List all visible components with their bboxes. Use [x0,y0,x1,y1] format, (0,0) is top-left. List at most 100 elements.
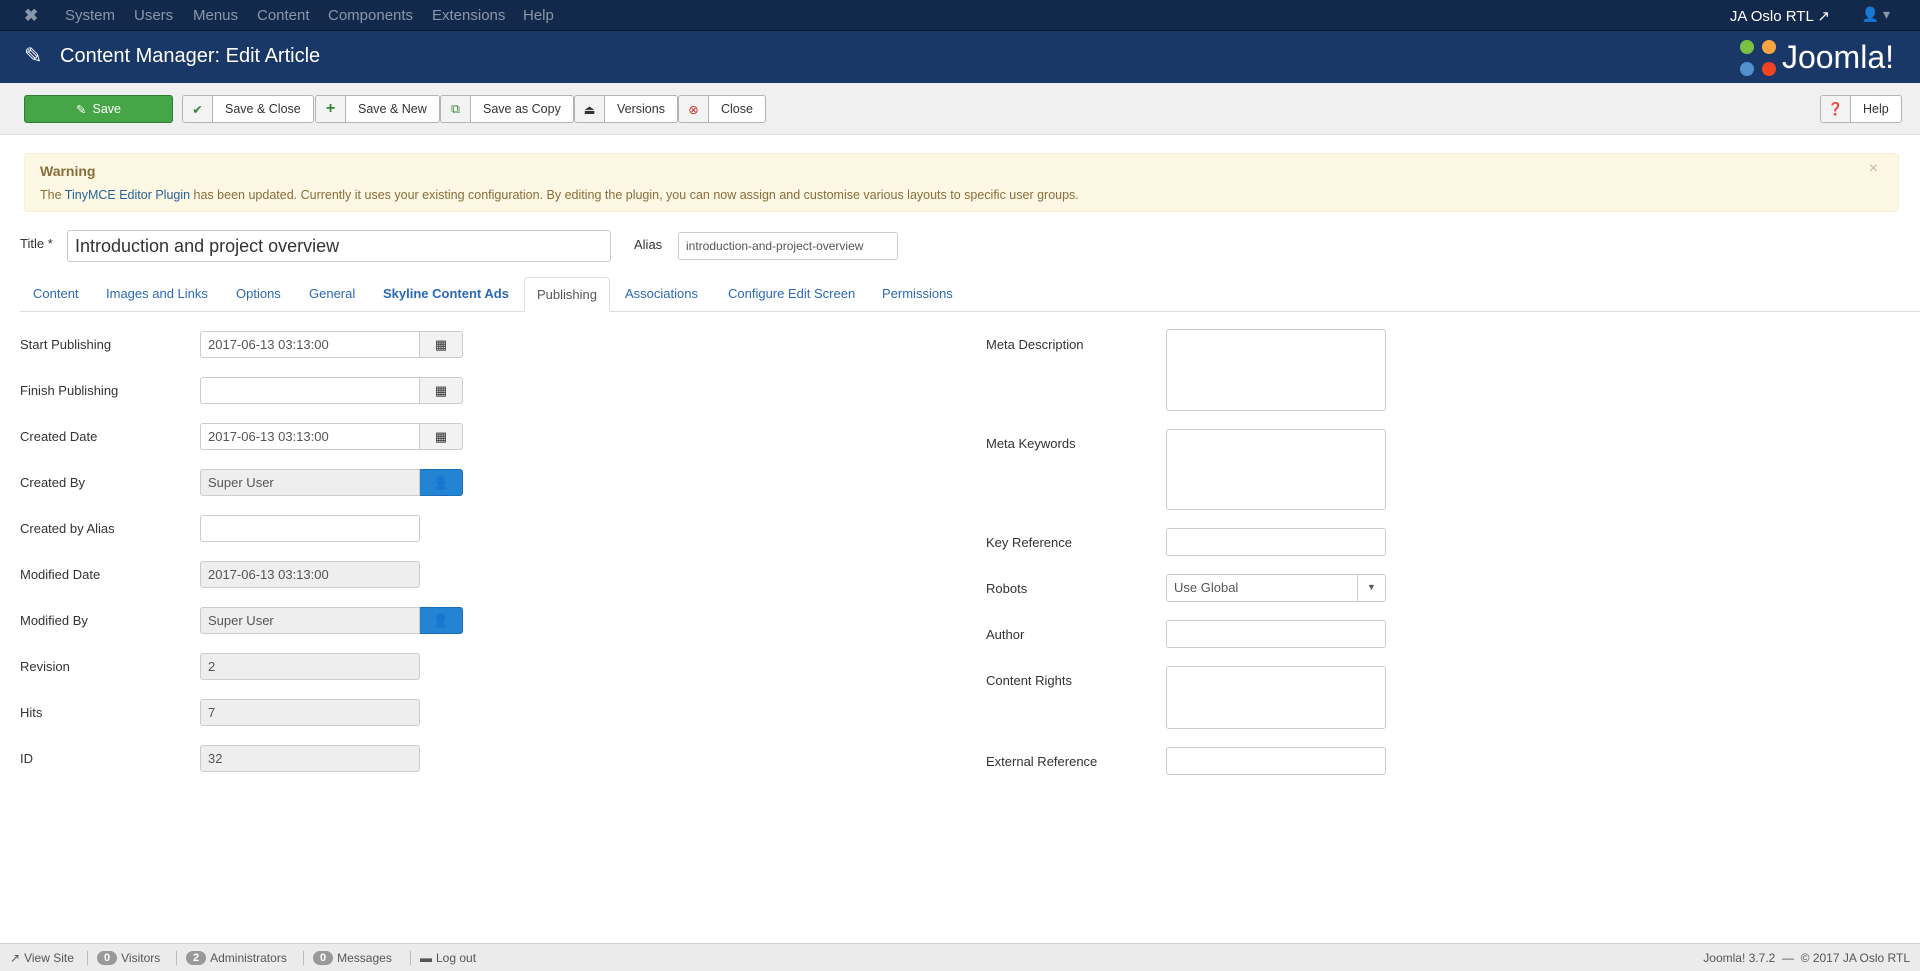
top-nav: ✖ System Users Menus Content Components … [0,0,1920,31]
external-link-icon: ↗ [1817,8,1830,25]
menu-help[interactable]: Help [523,7,554,24]
site-link[interactable]: JA Oslo RTL ↗ [1730,7,1830,25]
save-new-button[interactable]: + Save & New [315,95,440,123]
help-button[interactable]: ❓ Help [1820,95,1902,123]
pencil-icon: ✎ [24,43,43,68]
calendar-icon[interactable]: ▦ [420,377,463,404]
author-label: Author [986,627,1025,642]
help-label: Help [1863,102,1889,116]
close-button[interactable]: ⊗ Close [678,95,766,123]
page-header: ✎ Content Manager: Edit Article Joomla! [0,31,1920,83]
warning-text-start: The [40,188,65,202]
menu-system[interactable]: System [65,7,115,24]
administrators-status: 2 Administrators [186,951,287,965]
view-site-label: View Site [24,951,74,965]
external-reference-label: External Reference [986,754,1098,769]
check-icon: ✔ [183,96,213,122]
robots-selected-value: Use Global [1174,580,1239,595]
title-input[interactable] [67,230,611,262]
joomla-menu-icon[interactable]: ✖ [24,6,38,26]
status-bar: ↗ View Site 0 Visitors 2 Administrators 0 Me… [0,943,1920,971]
external-link-icon: ↗ [10,951,21,965]
author-input[interactable] [1166,620,1386,648]
calendar-icon[interactable]: ▦ [420,423,463,450]
save-copy-button[interactable]: ⧉ Save as Copy [440,95,574,123]
administrators-badge: 2 [186,951,207,965]
visitors-badge: 0 [97,951,118,965]
save-copy-label: Save as Copy [483,102,561,116]
visitors-label: Visitors [121,951,161,965]
toolbar: ✎ Save ✔ Save & Close + Save & New ⧉ Save as… [0,83,1920,135]
created-by-alias-input[interactable] [200,515,420,542]
tab-permissions[interactable]: Permissions [882,286,953,301]
modified-date-input: 2017-06-13 03:13:00 [200,561,420,588]
menu-components[interactable]: Components [328,7,413,24]
site-link-label: JA Oslo RTL [1729,8,1814,25]
finish-publishing-input[interactable] [200,377,420,404]
content-rights-textarea[interactable] [1166,666,1386,729]
tab-associations[interactable]: Associations [625,286,698,301]
modified-date-label: Modified Date [20,567,101,582]
cancel-circle-icon: ⊗ [679,96,709,122]
external-reference-input[interactable] [1166,747,1386,775]
start-publishing-input[interactable]: 2017-06-13 03:13:00 [200,331,420,358]
view-site-link[interactable]: ↗ View Site [10,951,74,965]
messages-label: Messages [337,951,392,965]
user-menu-icon[interactable]: 👤 ▾ [1862,6,1890,23]
visitors-status: 0 Visitors [97,951,160,965]
save-label: Save [92,102,121,116]
tinymce-plugin-link[interactable]: TinyMCE Editor Plugin [65,188,190,202]
select-user-icon[interactable]: 👤 [420,469,463,496]
finish-publishing-label: Finish Publishing [20,383,119,398]
meta-description-textarea[interactable] [1166,329,1386,411]
alias-input[interactable] [678,232,898,260]
revision-input: 2 [200,653,420,680]
tab-options[interactable]: Options [236,286,281,301]
meta-keywords-label: Meta Keywords [986,436,1076,451]
administrators-label: Administrators [210,951,287,965]
select-user-icon[interactable]: 👤 [420,607,463,634]
logout-link[interactable]: ▬ Log out [420,951,476,965]
archive-icon: ⏏ [575,96,605,122]
start-publishing-label: Start Publishing [20,337,112,352]
created-date-input[interactable]: 2017-06-13 03:13:00 [200,423,420,450]
page-title: Content Manager: Edit Article [60,45,321,67]
title-label: Title * [20,236,53,251]
joomla-logo: Joomla! [1739,39,1894,76]
save-button[interactable]: ✎ Save [24,95,173,123]
save-close-button[interactable]: ✔ Save & Close [182,95,314,123]
tab-skyline-content-ads[interactable]: Skyline Content Ads [383,286,509,301]
key-reference-input[interactable] [1166,528,1386,556]
meta-keywords-textarea[interactable] [1166,429,1386,510]
tab-configure-edit-screen[interactable]: Configure Edit Screen [728,286,855,301]
modified-by-input: Super User [200,607,420,634]
copy-icon: ⧉ [441,96,471,122]
calendar-icon[interactable]: ▦ [420,331,463,358]
chevron-down-icon: ▼ [1357,575,1385,601]
warning-message: The TinyMCE Editor Plugin has been updat… [40,188,1079,202]
versions-button[interactable]: ⏏ Versions [574,95,678,123]
version-info: Joomla! 3.7.2 — © 2017 JA Oslo RTL [1703,951,1910,965]
menu-menus[interactable]: Menus [193,7,238,24]
key-reference-label: Key Reference [986,535,1072,550]
id-input: 32 [200,745,420,772]
tab-images-links[interactable]: Images and Links [106,286,208,301]
modified-by-label: Modified By [20,613,88,628]
tab-content[interactable]: Content [33,286,79,301]
save-close-label: Save & Close [225,102,301,116]
content-rights-label: Content Rights [986,673,1072,688]
tab-publishing[interactable]: Publishing [524,277,610,312]
menu-content[interactable]: Content [257,7,310,24]
created-date-label: Created Date [20,429,98,444]
hits-input: 7 [200,699,420,726]
messages-status[interactable]: 0 Messages [313,951,392,965]
tab-general[interactable]: General [309,286,355,301]
menu-users[interactable]: Users [134,7,173,24]
meta-description-label: Meta Description [986,337,1084,352]
created-by-input: Super User [200,469,420,496]
close-alert-icon[interactable]: × [1869,160,1878,178]
menu-extensions[interactable]: Extensions [432,7,505,24]
created-by-label: Created By [20,475,86,490]
robots-select[interactable]: Use Global ▼ [1166,574,1386,602]
id-label: ID [20,751,33,766]
